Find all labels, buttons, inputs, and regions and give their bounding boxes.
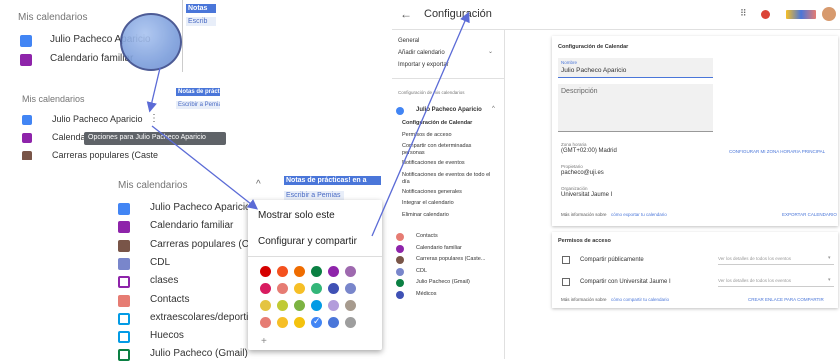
arrow-to-menu: [151, 125, 259, 210]
arrow-to-options: [146, 67, 161, 113]
annotation-arrows: [146, 11, 470, 237]
arrow-to-settings: [371, 11, 470, 237]
